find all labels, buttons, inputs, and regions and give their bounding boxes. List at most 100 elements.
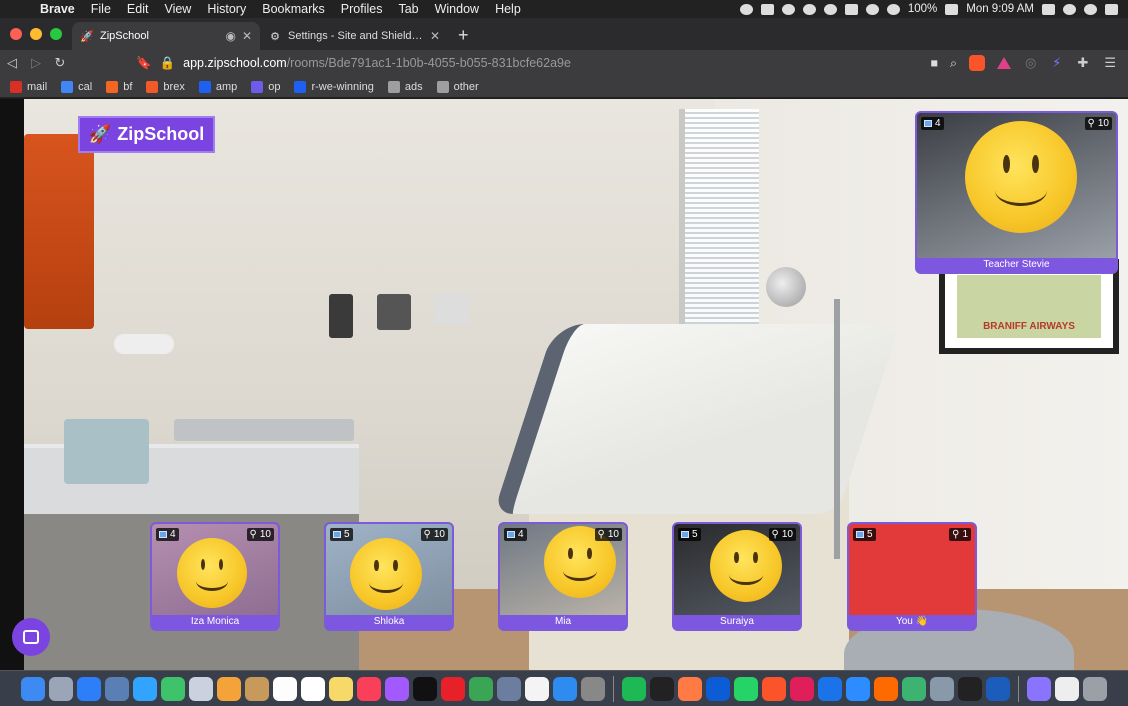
dock-app-icon[interactable] (49, 676, 73, 701)
close-tab-icon[interactable]: ✕ (430, 29, 440, 43)
dock-app-icon[interactable] (650, 676, 674, 701)
bookmark-r-we-winning[interactable]: r-we-winning (294, 80, 374, 93)
dock-app-icon[interactable] (245, 676, 269, 701)
dock-app-icon[interactable] (1083, 676, 1107, 701)
airplay-icon[interactable] (844, 3, 858, 15)
dock-app-icon[interactable] (105, 676, 129, 701)
zoom-window-button[interactable] (50, 28, 62, 40)
tab-settings[interactable]: ⚙ Settings - Site and Shields Setti ✕ (260, 22, 448, 50)
dock-app-icon[interactable] (958, 676, 982, 701)
wifi-icon[interactable] (886, 3, 900, 15)
menu-bookmarks[interactable]: Bookmarks (254, 2, 333, 16)
teacher-video-tile[interactable]: 4 ⚲ 10 Teacher Stevie (915, 111, 1118, 274)
close-tab-icon[interactable]: ✕ (242, 29, 252, 43)
bookmark-brex[interactable]: brex (146, 80, 185, 93)
status-app-icon[interactable] (781, 3, 795, 15)
dock-app-icon[interactable] (525, 676, 549, 701)
zoom-icon[interactable]: ⌕ (950, 56, 957, 71)
dock-app-icon[interactable] (133, 676, 157, 701)
dock-app-icon[interactable] (734, 676, 758, 701)
dock-app-icon[interactable] (77, 676, 101, 701)
dock-app-icon[interactable] (706, 676, 730, 701)
student-video-tile[interactable]: 5 ⚲ 10 Suraiya (672, 522, 802, 631)
forward-icon[interactable]: ▷ (24, 55, 48, 71)
flag-icon[interactable] (1042, 3, 1055, 15)
bookmark-bf[interactable]: bf (106, 80, 132, 93)
dock-app-icon[interactable] (413, 676, 437, 701)
dock-app-icon[interactable] (189, 676, 213, 701)
speedreader-icon[interactable]: ⚡ (1052, 55, 1061, 71)
dock-app-icon[interactable] (217, 676, 241, 701)
dock-app-icon[interactable] (874, 676, 898, 701)
dock-app-icon[interactable] (762, 676, 786, 701)
spotlight-search-icon[interactable] (1063, 3, 1076, 15)
reload-icon[interactable]: ↻ (48, 55, 72, 71)
chat-launcher-button[interactable] (12, 618, 50, 656)
back-icon[interactable]: ◁ (0, 55, 24, 71)
dock-app-icon[interactable] (581, 676, 605, 701)
menu-icon[interactable]: ☰ (1104, 55, 1116, 71)
minimize-window-button[interactable] (30, 28, 42, 40)
brave-shields-icon[interactable] (968, 55, 985, 71)
dock-app-icon[interactable] (678, 676, 702, 701)
student-video-tile[interactable]: 4 ⚲ 10 Mia (498, 522, 628, 631)
dock-app-icon[interactable] (161, 676, 185, 701)
close-window-button[interactable] (10, 28, 22, 40)
menu-edit[interactable]: Edit (119, 2, 157, 16)
extensions-icon[interactable]: ✚ (1077, 55, 1088, 71)
dock-app-icon[interactable] (469, 676, 493, 701)
menubar-clock[interactable]: Mon 9:09 AM (966, 3, 1034, 15)
dock-app-icon[interactable] (902, 676, 926, 701)
dock-app-icon[interactable] (930, 676, 954, 701)
student-video-tile[interactable]: 5 ⚲ 10 Shloka (324, 522, 454, 631)
dock-app-icon[interactable] (1055, 676, 1079, 701)
menu-app-name[interactable]: Brave (32, 2, 83, 16)
bookmark-ads[interactable]: ads (387, 80, 423, 93)
volume-icon[interactable] (865, 3, 879, 15)
audio-indicator-icon[interactable]: ◉ (225, 29, 235, 43)
dock-app-icon[interactable] (385, 676, 409, 701)
wallet-icon[interactable]: ◎ (1025, 55, 1036, 71)
brave-rewards-icon[interactable] (996, 57, 1011, 69)
camera-status-icon[interactable] (760, 3, 774, 15)
dock-app-icon[interactable] (21, 676, 45, 701)
tab-zipschool[interactable]: 🚀 ZipSchool ◉ ✕ (72, 22, 260, 50)
dock-app-icon[interactable] (301, 676, 325, 701)
menu-history[interactable]: History (199, 2, 254, 16)
bookmark-mail[interactable]: mail (10, 80, 47, 93)
dock-app-icon[interactable] (553, 676, 577, 701)
dock-app-icon[interactable] (357, 676, 381, 701)
dock-app-icon[interactable] (441, 676, 465, 701)
lock-icon[interactable]: 🔒 (160, 56, 176, 71)
dock-app-icon[interactable] (273, 676, 297, 701)
menu-help[interactable]: Help (487, 2, 529, 16)
menu-file[interactable]: File (83, 2, 119, 16)
dock-app-icon[interactable] (846, 676, 870, 701)
self-video-tile[interactable]: 5 ⚲ 1 You 👋 (847, 522, 977, 631)
dock-app-icon[interactable] (1027, 676, 1051, 701)
bookmark-amp[interactable]: amp (198, 80, 237, 93)
student-video-tile[interactable]: 4 ⚲ 10 Iza Monica (150, 522, 280, 631)
zipschool-logo[interactable]: 🚀 ZipSchool (78, 116, 215, 153)
dock-app-icon[interactable] (818, 676, 842, 701)
dock-app-icon[interactable] (329, 676, 353, 701)
bookmark-op[interactable]: op (251, 80, 280, 93)
bookmark-page-icon[interactable]: 🔖 (136, 56, 152, 71)
status-app3-icon[interactable] (823, 3, 837, 15)
bookmark-cal[interactable]: cal (61, 80, 92, 93)
dock-app-icon[interactable] (790, 676, 814, 701)
dock-app-icon[interactable] (986, 676, 1010, 701)
menu-view[interactable]: View (156, 2, 199, 16)
new-tab-button[interactable]: + (448, 25, 479, 50)
menu-profiles[interactable]: Profiles (333, 2, 391, 16)
record-icon[interactable] (739, 3, 753, 15)
control-center-icon[interactable] (1105, 3, 1118, 15)
camera-in-use-icon[interactable]: ■ (930, 56, 938, 70)
siri-icon[interactable] (1084, 3, 1097, 15)
bookmark-other[interactable]: other (436, 80, 479, 93)
menu-tab[interactable]: Tab (390, 2, 426, 16)
battery-icon[interactable] (945, 3, 959, 15)
menu-window[interactable]: Window (427, 2, 487, 16)
dock-app-icon[interactable] (497, 676, 521, 701)
address-bar[interactable]: 🔖 🔒 app.zipschool.com/rooms/Bde791ac1-1b… (136, 52, 1019, 74)
